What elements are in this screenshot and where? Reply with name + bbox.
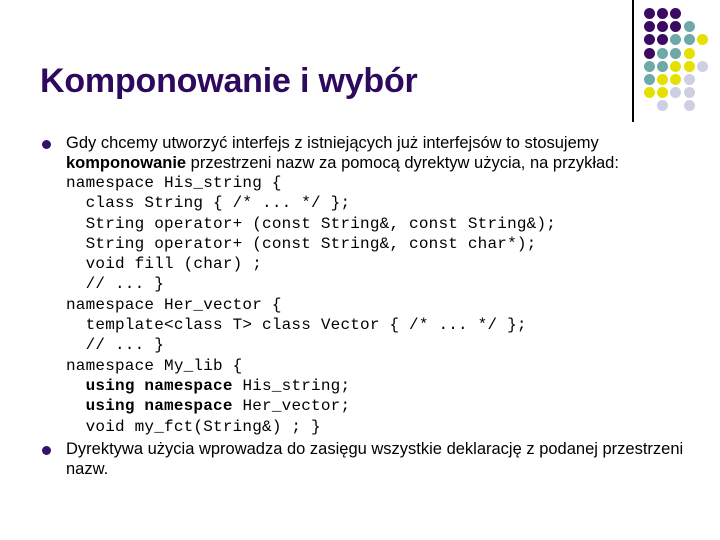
code-segment-1: namespace His_string { class String { /*… <box>66 174 557 375</box>
code-keyword-2: using namespace <box>85 397 233 416</box>
bullet-marker-icon <box>42 140 51 149</box>
code-sample: namespace His_string { class String { /*… <box>66 173 712 437</box>
decorative-dot <box>683 100 695 112</box>
decorative-dot <box>670 60 682 72</box>
code-keyword-1: using namespace <box>85 376 233 395</box>
decorative-dot <box>657 47 669 59</box>
decorative-dot <box>683 47 695 59</box>
decorative-dot <box>657 60 669 72</box>
bullet-item-1: Gdy chcemy utworzyć interfejs z istnieją… <box>36 133 712 437</box>
decorative-dot <box>644 74 655 85</box>
decorative-dot <box>683 34 695 46</box>
decorative-dot <box>683 21 695 33</box>
bullet-1-part1: Gdy chcemy utworzyć interfejs z istnieją… <box>66 134 599 152</box>
page-title: Komponowanie i wybór <box>40 62 418 100</box>
decorative-dot <box>657 8 669 19</box>
decorative-dot <box>644 34 655 46</box>
header-vertical-rule <box>632 0 634 122</box>
decorative-dot <box>683 87 695 99</box>
decorative-dot <box>657 87 669 99</box>
bullet-item-1-text: Gdy chcemy utworzyć interfejs z istnieją… <box>66 133 712 173</box>
decorative-dot <box>644 21 655 33</box>
decorative-dot <box>657 21 669 33</box>
bullet-1-part2: przestrzeni nazw za pomocą dyrektyw użyc… <box>186 154 619 172</box>
bullet-item-2: Dyrektywa użycia wprowadza do zasięgu ws… <box>36 439 712 479</box>
decorative-dot <box>696 60 708 72</box>
bullet-1-emphasis: komponowanie <box>66 154 187 172</box>
decorative-dot <box>644 8 655 19</box>
decorative-dot <box>670 74 682 85</box>
decorative-dot <box>683 60 695 72</box>
decorative-dot <box>696 34 708 46</box>
decorative-dot <box>657 100 669 112</box>
decorative-dot <box>670 47 682 59</box>
decorative-dot <box>670 87 682 99</box>
bullet-item-2-text: Dyrektywa użycia wprowadza do zasięgu ws… <box>66 439 684 478</box>
decorative-dot <box>683 74 695 85</box>
slide-body: Gdy chcemy utworzyć interfejs z istnieją… <box>36 133 712 479</box>
decorative-dot <box>644 60 655 72</box>
decorative-dot <box>657 74 669 85</box>
decorative-dot <box>670 34 682 46</box>
bullet-marker-icon <box>42 445 51 455</box>
decorative-dot <box>644 87 655 99</box>
decorative-dot <box>657 34 669 46</box>
decorative-dot <box>644 47 655 59</box>
decorative-dot-grid <box>644 8 716 120</box>
decorative-dot <box>670 21 682 33</box>
decorative-dot <box>670 8 682 19</box>
